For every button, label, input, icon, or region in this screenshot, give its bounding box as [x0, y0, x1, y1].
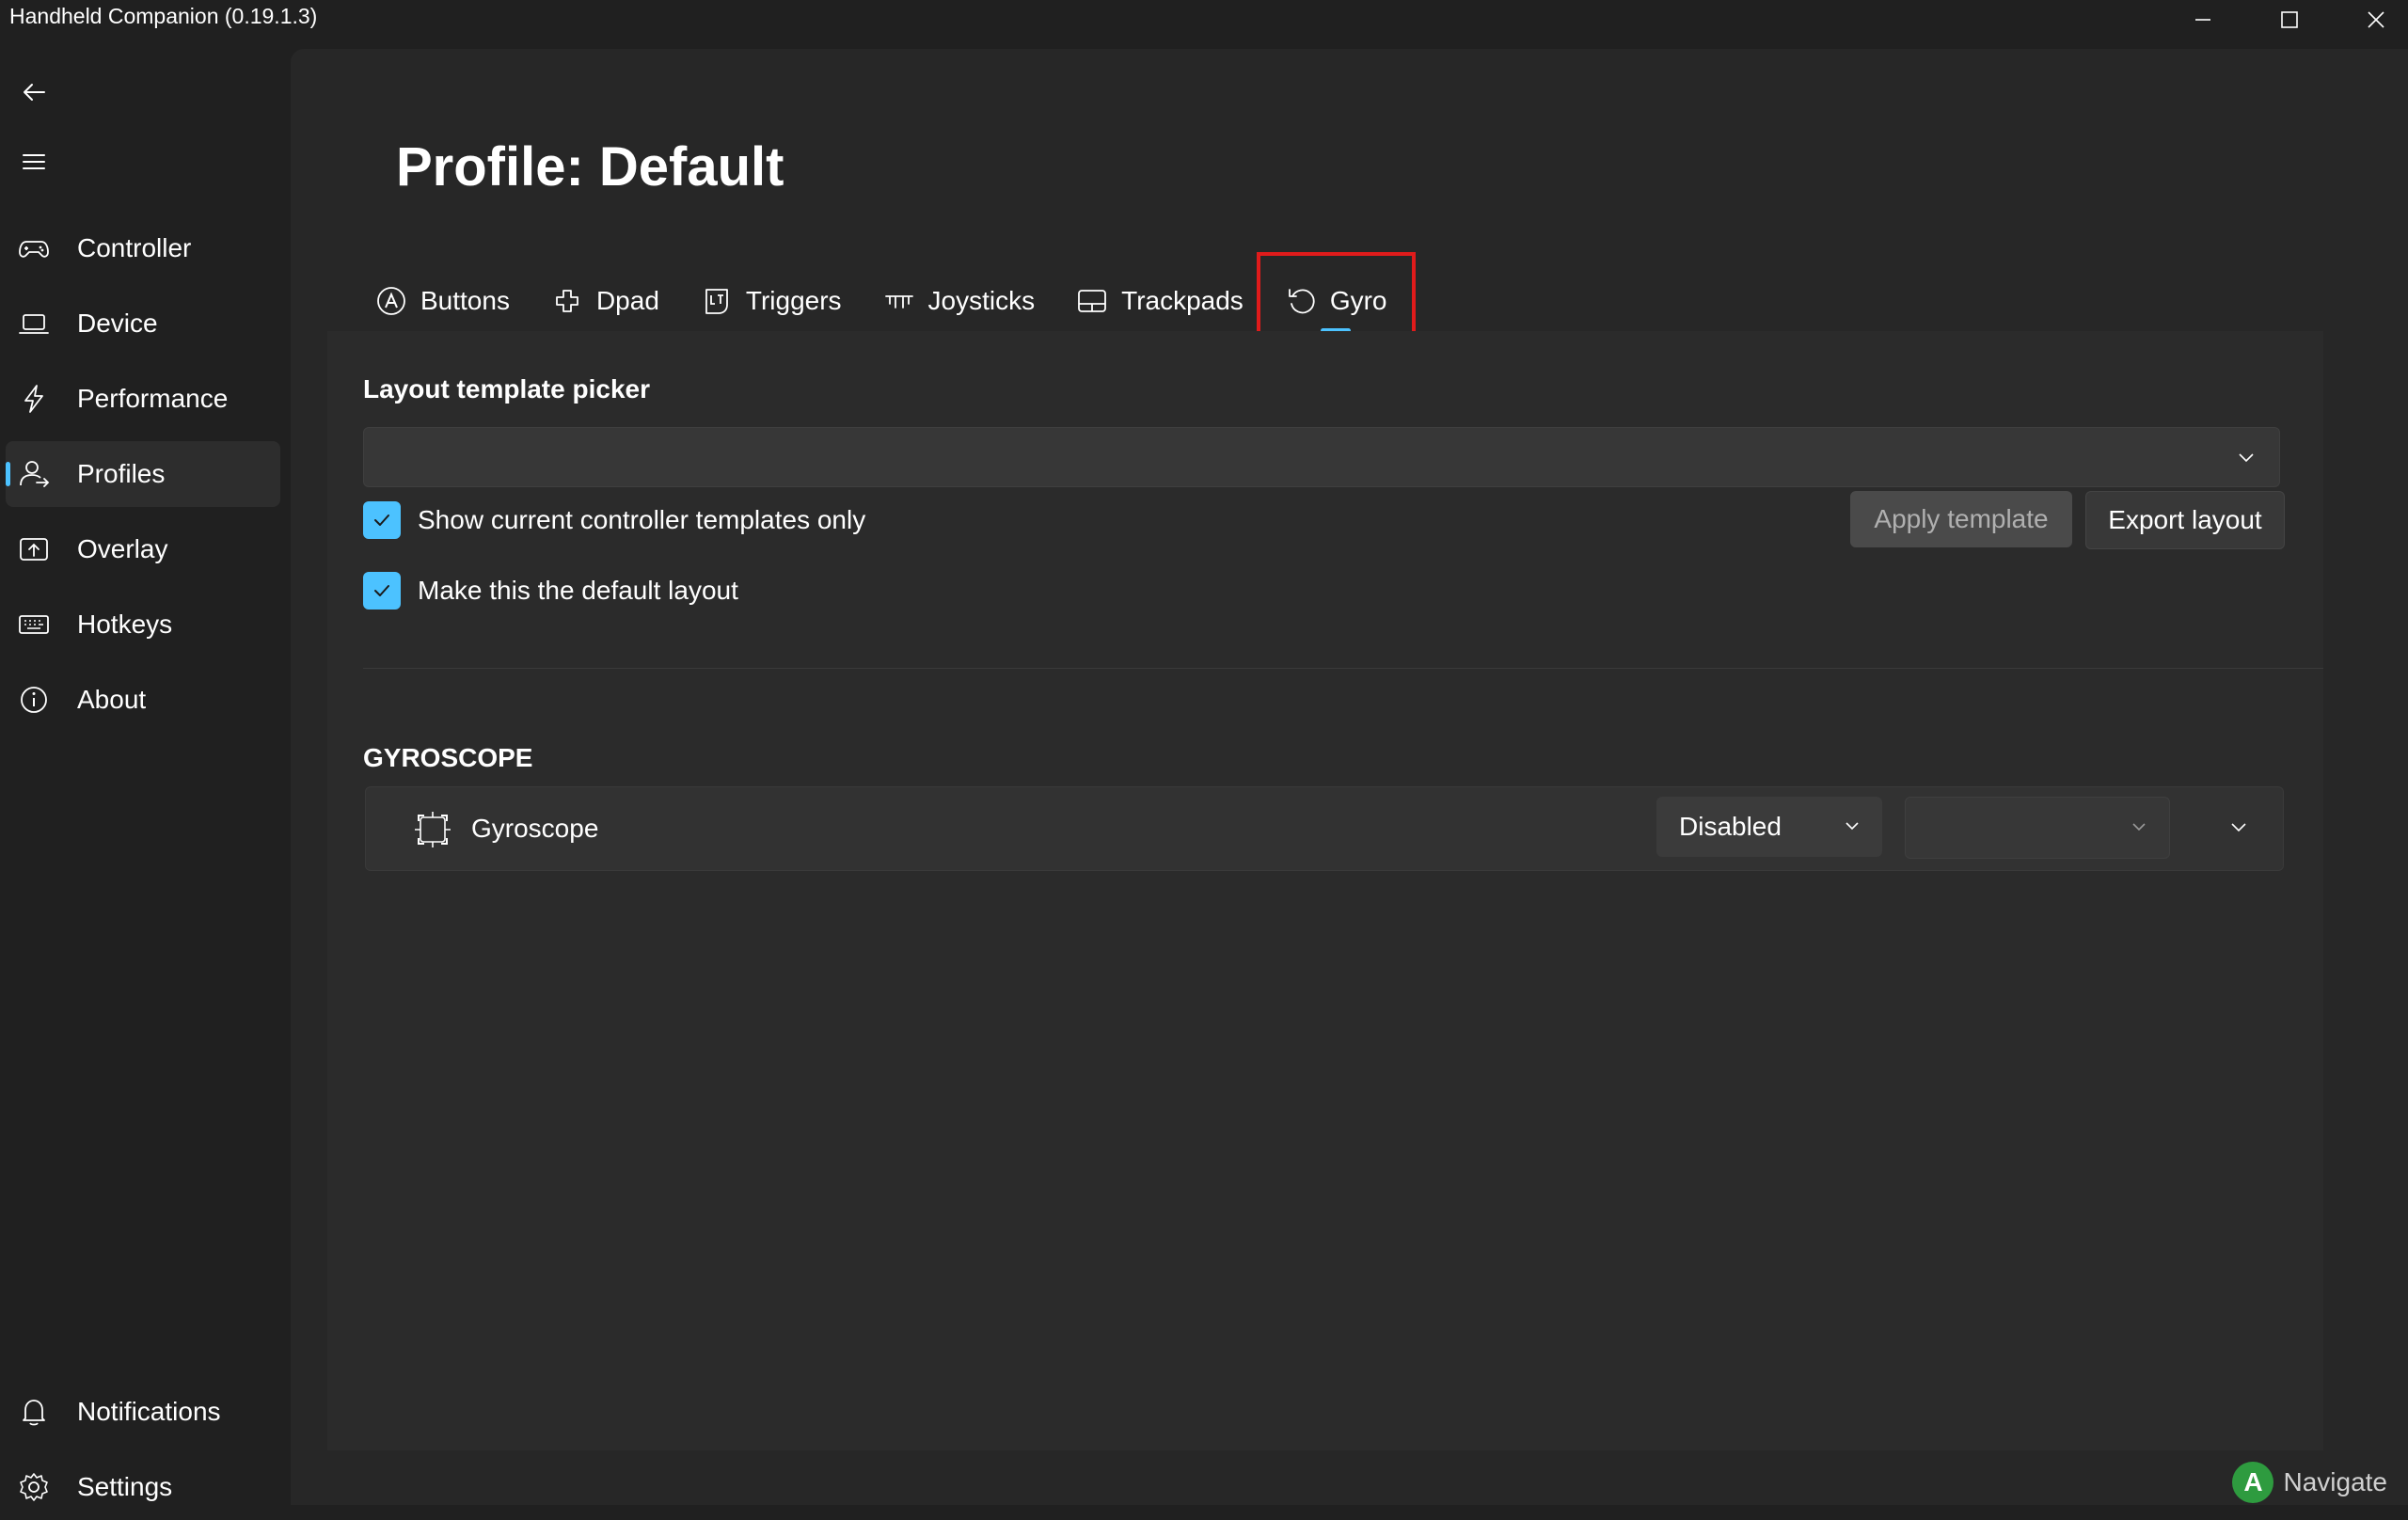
close-icon	[2368, 11, 2384, 28]
expand-chevron-icon[interactable]	[2228, 817, 2249, 836]
template-picker-combobox[interactable]	[363, 427, 2280, 487]
default-layout-label: Make this the default layout	[418, 576, 738, 605]
a-button-icon	[377, 287, 405, 315]
sidebar-item-controller[interactable]: Controller	[6, 215, 280, 281]
title-bar: Handheld Companion (0.19.1.3)	[0, 0, 2408, 49]
tab-label: Triggers	[745, 286, 842, 315]
back-arrow-icon	[24, 84, 45, 101]
sidebar-item-hotkeys[interactable]: Hotkeys	[6, 592, 280, 657]
template-picker-heading: Layout template picker	[363, 374, 650, 404]
maximize-button[interactable]	[2246, 0, 2333, 40]
hamburger-icon	[23, 154, 45, 169]
keyboard-icon	[15, 606, 53, 643]
maximize-icon	[2281, 11, 2298, 28]
sidebar-item-label: Hotkeys	[77, 610, 173, 639]
bell-icon	[15, 1393, 53, 1431]
lightning-icon	[15, 380, 53, 418]
sidebar-item-profiles[interactable]: Profiles	[6, 441, 280, 507]
show-current-templates-checkbox-row[interactable]: Show current controller templates only	[363, 501, 865, 539]
sidebar-item-device[interactable]: Device	[6, 291, 280, 356]
sidebar-item-label: Notifications	[77, 1397, 221, 1426]
gyroscope-label: Gyroscope	[471, 814, 599, 843]
sidebar-item-about[interactable]: About	[6, 667, 280, 733]
menu-toggle-button[interactable]	[13, 141, 55, 182]
page-title: Profile: Default	[396, 136, 784, 198]
sidebar-item-label: Device	[77, 309, 158, 338]
tab-label: Trackpads	[1121, 286, 1244, 315]
gamepad-icon	[15, 230, 53, 267]
apply-template-button[interactable]: Apply template	[1850, 491, 2072, 547]
overlay-icon	[15, 530, 53, 568]
export-layout-button[interactable]: Export layout	[2085, 491, 2285, 549]
dpad-icon	[556, 290, 578, 312]
gear-icon	[15, 1468, 53, 1506]
settings-panel: Layout template picker Show current cont…	[327, 331, 2323, 1450]
window-title: Handheld Companion (0.19.1.3)	[9, 4, 318, 28]
sidebar-item-label: About	[77, 685, 147, 714]
gyroscope-setting-row[interactable]: Gyroscope Disabled	[365, 786, 2284, 871]
joystick-icon	[884, 295, 913, 309]
chevron-down-icon	[2239, 453, 2254, 463]
chevron-down-icon	[1846, 822, 1859, 831]
trigger-icon	[705, 289, 728, 314]
navigate-hint: A Navigate	[2232, 1462, 2387, 1503]
gyroscope-mode-dropdown[interactable]: Disabled	[1656, 797, 1882, 857]
default-layout-checkbox[interactable]	[363, 572, 401, 610]
sidebar-item-label: Controller	[77, 233, 192, 262]
minimize-icon	[2195, 19, 2210, 21]
section-divider	[363, 668, 2323, 669]
tab-label: Joysticks	[927, 286, 1036, 315]
sidebar-item-label: Overlay	[77, 534, 168, 563]
sidebar-item-label: Performance	[77, 384, 229, 413]
gyroscope-icon	[415, 812, 451, 847]
profiles-icon	[15, 455, 53, 493]
active-indicator	[6, 462, 10, 486]
checkmark-icon	[374, 515, 389, 526]
close-button[interactable]	[2333, 0, 2408, 40]
checkmark-icon	[374, 585, 389, 596]
a-button-glyph-icon: A	[2232, 1462, 2274, 1503]
gyroscope-section-heading: GYROSCOPE	[363, 743, 533, 772]
gyroscope-mode-value: Disabled	[1679, 812, 1782, 841]
sidebar-item-label: Settings	[77, 1472, 173, 1501]
gyroscope-secondary-dropdown[interactable]	[1905, 797, 2170, 859]
main-content: Profile: Default Buttons Dpad Triggers J…	[291, 49, 2408, 1505]
info-icon	[15, 681, 53, 719]
tab-label: Dpad	[595, 286, 659, 315]
navigate-hint-label: Navigate	[2283, 1467, 2387, 1496]
back-button[interactable]	[13, 71, 55, 113]
sidebar: Controller Device Performance Profiles O…	[0, 49, 288, 1505]
sidebar-item-overlay[interactable]: Overlay	[6, 516, 280, 582]
chevron-down-icon	[2132, 823, 2146, 831]
trackpad-icon	[1078, 290, 1107, 312]
sidebar-item-settings[interactable]: Settings	[6, 1454, 280, 1520]
sidebar-item-label: Profiles	[77, 459, 166, 488]
tab-label: Buttons	[420, 286, 510, 315]
sidebar-item-notifications[interactable]: Notifications	[6, 1379, 280, 1445]
minimize-button[interactable]	[2160, 0, 2246, 40]
show-current-templates-checkbox[interactable]	[363, 501, 401, 539]
sidebar-item-performance[interactable]: Performance	[6, 366, 280, 432]
default-layout-checkbox-row[interactable]: Make this the default layout	[363, 572, 738, 610]
show-current-templates-label: Show current controller templates only	[418, 505, 866, 534]
laptop-icon	[15, 305, 53, 342]
